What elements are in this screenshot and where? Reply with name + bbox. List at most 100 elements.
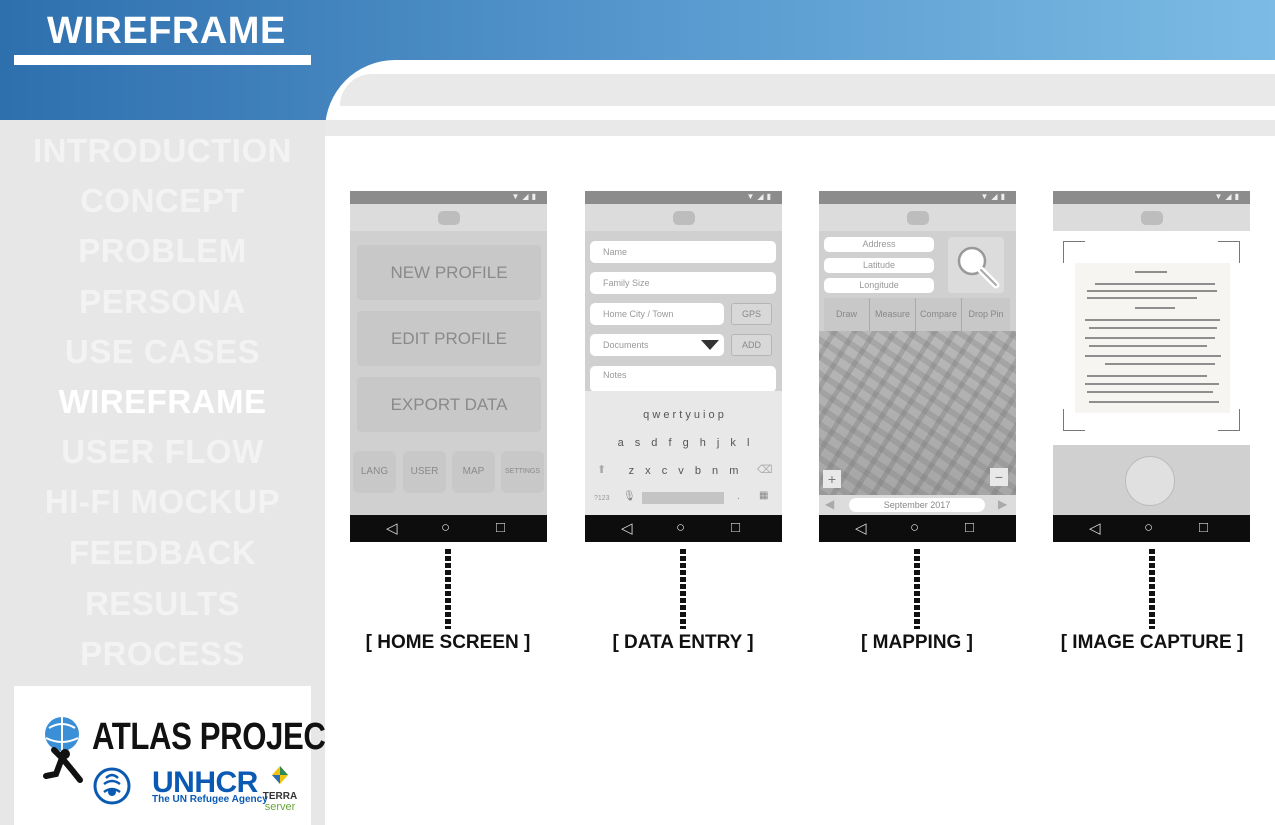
- settings-button[interactable]: SETTINGS: [501, 451, 544, 493]
- connector-image-capture: [1149, 549, 1155, 629]
- shutter-button[interactable]: [1125, 456, 1175, 506]
- terraserver-logo: TERRA server: [260, 766, 300, 813]
- satellite-map-view[interactable]: + −: [819, 331, 1016, 495]
- unhcr-tagline: The UN Refugee Agency: [152, 794, 268, 805]
- connector-data-entry: [680, 549, 686, 629]
- atlas-project-logo: ATLAS PROJECT: [92, 716, 345, 758]
- recents-icon[interactable]: □: [496, 519, 505, 536]
- family-size-field[interactable]: Family Size: [590, 272, 776, 294]
- nav-item-wireframe[interactable]: WIREFRAME: [0, 383, 325, 421]
- backspace-icon[interactable]: ⌫: [757, 463, 773, 476]
- new-profile-button[interactable]: NEW PROFILE: [357, 245, 541, 300]
- keyboard-row-2[interactable]: a s d f g h j k l: [585, 437, 782, 449]
- home-city-field[interactable]: Home City / Town: [590, 303, 724, 325]
- mode-switch-key[interactable]: ?123: [594, 495, 610, 502]
- status-icons: ▼◢▮: [746, 192, 774, 201]
- caption-home-screen: [ HOME SCREEN ]: [365, 632, 531, 653]
- period-key[interactable]: .: [737, 491, 740, 502]
- back-icon[interactable]: ◁: [621, 519, 633, 537]
- doc-text-line: [1087, 290, 1217, 292]
- search-icon: [957, 246, 1000, 289]
- export-data-button[interactable]: EXPORT DATA: [357, 377, 541, 432]
- latitude-field[interactable]: Latitude: [824, 258, 934, 273]
- nav-item-process[interactable]: PROCESS: [0, 635, 325, 673]
- edit-profile-button[interactable]: EDIT PROFILE: [357, 311, 541, 366]
- shift-icon[interactable]: ⬆: [597, 463, 606, 476]
- status-icons: ▼◢▮: [980, 192, 1008, 201]
- unhcr-emblem-icon: [93, 767, 131, 805]
- header-bar: [340, 74, 1275, 106]
- recents-icon[interactable]: □: [731, 519, 740, 536]
- doc-text-line: [1087, 297, 1197, 299]
- header-banner: WIREFRAME: [0, 0, 1275, 140]
- search-button[interactable]: [948, 237, 1004, 293]
- logo-panel: ATLAS PROJECT UNHCR The UN Refugee Agenc…: [14, 686, 344, 825]
- keyboard-row-1[interactable]: q w e r t y u i o p: [585, 409, 782, 421]
- home-icon[interactable]: ○: [910, 519, 919, 536]
- back-icon[interactable]: ◁: [855, 519, 867, 537]
- nav-item-introduction[interactable]: INTRODUCTION: [0, 132, 325, 170]
- drop-pin-tool-button[interactable]: Drop Pin: [962, 298, 1010, 331]
- lang-button[interactable]: LANG: [353, 451, 396, 493]
- chevron-right-icon[interactable]: ▶: [998, 497, 1007, 511]
- recents-icon[interactable]: □: [1199, 519, 1208, 536]
- nav-item-results[interactable]: RESULTS: [0, 585, 325, 623]
- status-bar: ▼◢▮: [819, 191, 1016, 204]
- chevron-left-icon[interactable]: ◀: [825, 497, 834, 511]
- title-underline: [14, 55, 311, 65]
- zoom-out-button[interactable]: −: [990, 468, 1008, 486]
- terra-diamond-icon: [272, 766, 288, 784]
- server-label: server: [264, 801, 296, 813]
- user-button[interactable]: USER: [403, 451, 446, 493]
- longitude-field[interactable]: Longitude: [824, 278, 934, 293]
- emoji-keyboard-icon[interactable]: ▦: [759, 490, 768, 501]
- home-icon[interactable]: ○: [441, 519, 450, 536]
- nav-item-use-cases[interactable]: USE CASES: [0, 333, 325, 371]
- doc-text-line: [1085, 337, 1215, 339]
- home-icon[interactable]: ○: [676, 519, 685, 536]
- back-icon[interactable]: ◁: [1089, 519, 1101, 537]
- doc-text-line: [1087, 375, 1207, 377]
- atlas-figure-icon: [43, 717, 83, 783]
- sidebar: INTRODUCTION CONCEPT PROBLEM PERSONA USE…: [0, 120, 344, 825]
- android-nav-bar: ◁ ○ □: [585, 515, 782, 542]
- nav-item-persona[interactable]: PERSONA: [0, 283, 325, 321]
- status-bar: ▼◢▮: [585, 191, 782, 204]
- notes-field[interactable]: Notes: [590, 366, 776, 392]
- home-icon[interactable]: ○: [1144, 519, 1153, 536]
- measure-tool-button[interactable]: Measure: [870, 298, 916, 331]
- zoom-in-button[interactable]: +: [823, 470, 841, 488]
- connector-mapping: [914, 549, 920, 629]
- doc-text-line: [1085, 319, 1220, 321]
- add-button[interactable]: ADD: [731, 334, 772, 356]
- nav-item-feedback[interactable]: FEEDBACK: [0, 534, 325, 572]
- gps-button[interactable]: GPS: [731, 303, 772, 325]
- nav-item-concept[interactable]: CONCEPT: [0, 182, 325, 220]
- recents-icon[interactable]: □: [965, 519, 974, 536]
- nav-item-hi-fi-mockup[interactable]: HI-FI MOCKUP: [0, 483, 325, 521]
- doc-text-line: [1095, 283, 1215, 285]
- caption-image-capture: [ IMAGE CAPTURE ]: [1060, 632, 1244, 653]
- status-icons: ▼◢▮: [1214, 192, 1242, 201]
- doc-text-line: [1085, 383, 1219, 385]
- date-slider-label[interactable]: September 2017: [849, 498, 985, 512]
- address-field[interactable]: Address: [824, 237, 934, 252]
- compare-tool-button[interactable]: Compare: [916, 298, 962, 331]
- speaker-icon: [438, 211, 460, 225]
- map-button[interactable]: MAP: [452, 451, 495, 493]
- microphone-icon[interactable]: 🎙: [623, 491, 636, 502]
- frame-corner-icon: [1218, 241, 1240, 263]
- nav-item-user-flow[interactable]: USER FLOW: [0, 433, 325, 471]
- soft-keyboard[interactable]: q w e r t y u i o p a s d f g h j k l z …: [585, 391, 782, 515]
- android-nav-bar: ◁ ○ □: [1053, 515, 1250, 542]
- draw-tool-button[interactable]: Draw: [824, 298, 870, 331]
- back-icon[interactable]: ◁: [386, 519, 398, 537]
- spacebar[interactable]: [642, 492, 724, 504]
- documents-label: Documents: [603, 340, 649, 350]
- documents-select[interactable]: Documents: [590, 334, 724, 356]
- android-nav-bar: ◁ ○ □: [350, 515, 547, 542]
- name-field[interactable]: Name: [590, 241, 776, 263]
- nav-item-problem[interactable]: PROBLEM: [0, 232, 325, 270]
- keyboard-row-3[interactable]: z x c v b n m: [585, 465, 782, 477]
- doc-text-line: [1089, 327, 1217, 329]
